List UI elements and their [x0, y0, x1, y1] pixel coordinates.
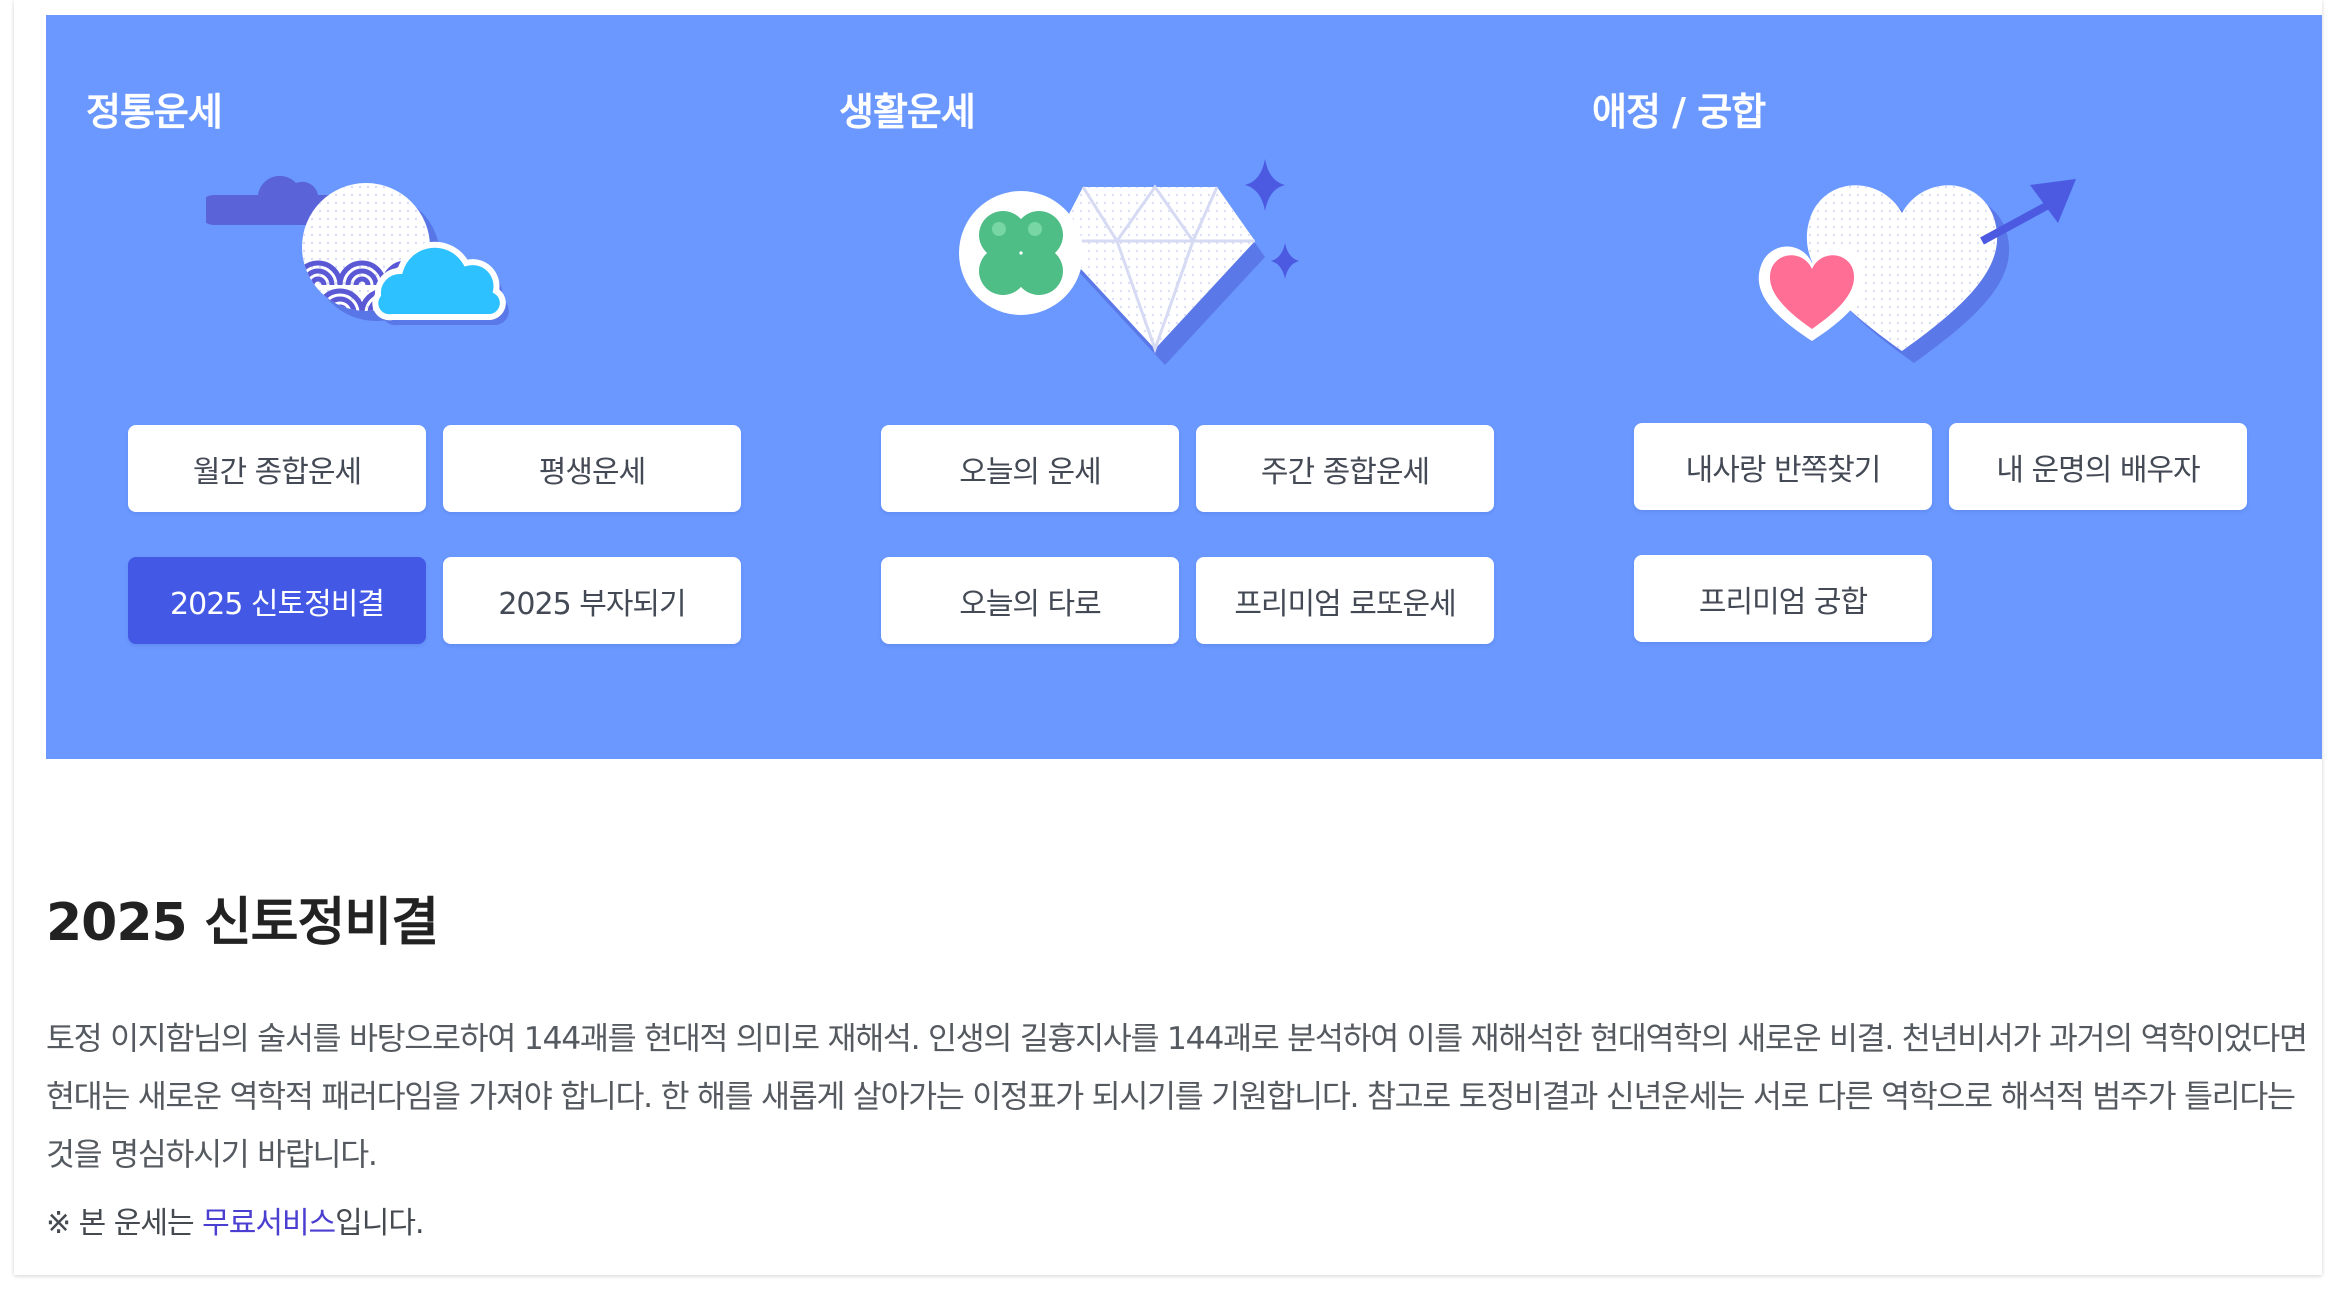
premium-lotto-button[interactable]: 프리미엄 로또운세 [1196, 557, 1494, 644]
clover-diamond-icon [959, 159, 1299, 365]
hearts-arrow-icon [1758, 179, 2076, 363]
find-soulmate-button[interactable]: 내사랑 반쪽찾기 [1634, 423, 1932, 510]
category-title: 생활운세 [839, 90, 976, 134]
free-service-label: 무료서비스 [202, 1206, 336, 1241]
weekly-fortune-button[interactable]: 주간 종합운세 [1196, 425, 1494, 512]
moon-cloud-icon [206, 175, 509, 326]
lifetime-fortune-button[interactable]: 평생운세 [443, 425, 741, 512]
service-description: 토정 이지함님의 술서를 바탕으로하여 144괘를 현대적 의미로 재해석. 인… [46, 1021, 2308, 1173]
today-tarot-button[interactable]: 오늘의 타로 [881, 557, 1179, 644]
today-fortune-button[interactable]: 오늘의 운세 [881, 425, 1179, 512]
category-life: 생활운세 오늘의 운세 주간 종합운세 오늘의 타로 프리미엄 로또운세 [839, 15, 1519, 759]
note-suffix: 입니다. [335, 1206, 424, 1241]
category-title: 애정 / 궁합 [1592, 90, 1766, 134]
free-service-note: ※ 본 운세는 무료서비스입니다. [46, 1198, 425, 1242]
note-prefix: ※ 본 운세는 [46, 1206, 203, 1241]
premium-compatibility-button[interactable]: 프리미엄 궁합 [1634, 555, 1932, 642]
fortune-page: 정통운세 월간 종합운세 평생운세 2025 신토정비결 2025 부자되기 생… [14, 0, 2322, 1275]
category-traditional: 정통운세 월간 종합운세 평생운세 2025 신토정비결 2025 부자되기 [86, 15, 766, 759]
destined-spouse-button[interactable]: 내 운명의 배우자 [1949, 423, 2247, 510]
category-title: 정통운세 [86, 90, 223, 134]
monthly-fortune-button[interactable]: 월간 종합운세 [128, 425, 426, 512]
tojeong-button[interactable]: 2025 신토정비결 [128, 557, 426, 644]
category-banner: 정통운세 월간 종합운세 평생운세 2025 신토정비결 2025 부자되기 생… [46, 15, 2322, 759]
page-title: 2025 신토정비결 [46, 893, 439, 953]
category-love: 애정 / 궁합 내사랑 반쪽찾기 내 운명의 배우자 프리미엄 궁합 [1592, 15, 2272, 759]
get-rich-button[interactable]: 2025 부자되기 [443, 557, 741, 644]
